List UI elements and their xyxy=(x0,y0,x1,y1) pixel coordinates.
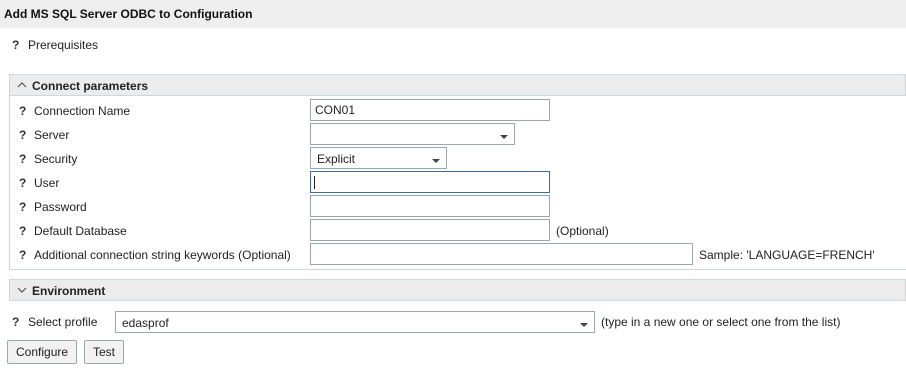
environment-header[interactable]: Environment xyxy=(9,279,906,301)
profile-help-icon[interactable]: ? xyxy=(12,315,19,329)
security-help-icon[interactable]: ? xyxy=(19,152,26,166)
prerequisites-label[interactable]: Prerequisites xyxy=(28,38,98,52)
chevron-down-icon xyxy=(432,159,440,163)
server-help-icon[interactable]: ? xyxy=(19,128,26,142)
connect-parameters-title: Connect parameters xyxy=(32,79,149,93)
user-help-icon[interactable]: ? xyxy=(19,176,26,190)
default-database-input[interactable] xyxy=(310,219,550,241)
text-cursor xyxy=(314,176,315,189)
server-label: Server xyxy=(34,128,70,142)
profile-select[interactable]: edasprof xyxy=(115,311,595,333)
password-input[interactable] xyxy=(310,195,550,217)
profile-hint: (type in a new one or select one from th… xyxy=(601,315,841,329)
user-label: User xyxy=(34,176,60,190)
additional-keywords-label: Additional connection string keywords (O… xyxy=(34,248,291,262)
profile-label: Select profile xyxy=(28,315,98,329)
default-database-help-icon[interactable]: ? xyxy=(19,224,26,238)
default-database-label: Default Database xyxy=(34,224,127,238)
additional-keywords-sample: Sample: 'LANGUAGE=FRENCH' xyxy=(699,248,875,262)
security-select[interactable]: Explicit xyxy=(310,147,447,169)
page-title: Add MS SQL Server ODBC to Configuration xyxy=(4,7,253,21)
environment-title: Environment xyxy=(32,284,106,298)
default-database-optional-note: (Optional) xyxy=(556,224,609,238)
configure-button[interactable]: Configure xyxy=(7,340,78,364)
password-label: Password xyxy=(34,200,87,214)
test-button[interactable]: Test xyxy=(84,340,125,364)
password-help-icon[interactable]: ? xyxy=(19,200,26,214)
chevron-up-icon xyxy=(17,82,27,88)
chevron-down-icon xyxy=(580,323,588,327)
connection-name-input[interactable]: CON01 xyxy=(310,99,550,121)
connection-name-help-icon[interactable]: ? xyxy=(19,104,26,118)
user-input[interactable] xyxy=(310,171,550,193)
server-select[interactable] xyxy=(310,123,515,145)
additional-keywords-input[interactable] xyxy=(310,243,693,265)
profile-value: edasprof xyxy=(122,316,169,330)
prerequisites-help-icon[interactable]: ? xyxy=(12,38,19,52)
chevron-down-icon xyxy=(500,135,508,139)
title-bar: Add MS SQL Server ODBC to Configuration xyxy=(0,0,906,28)
security-label: Security xyxy=(34,152,78,166)
security-value: Explicit xyxy=(317,152,356,166)
additional-keywords-help-icon[interactable]: ? xyxy=(19,248,26,262)
connect-parameters-header[interactable]: Connect parameters xyxy=(9,74,906,96)
connection-name-label: Connection Name xyxy=(34,104,131,118)
chevron-down-icon xyxy=(17,287,27,293)
